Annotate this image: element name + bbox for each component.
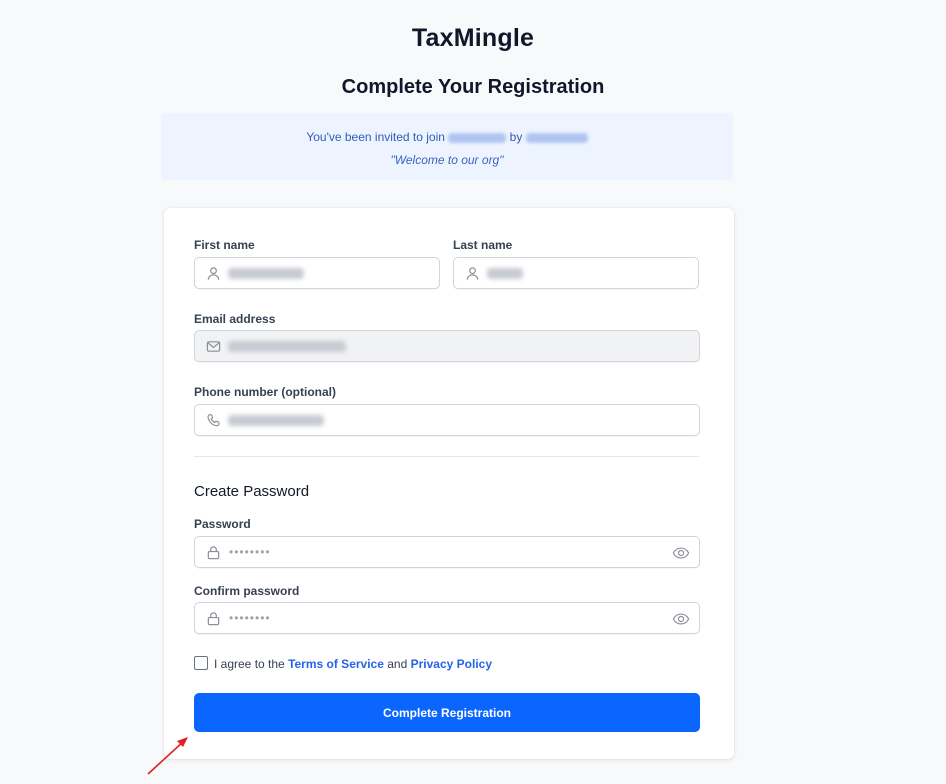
invite-prefix: You've been invited to join	[306, 130, 445, 144]
show-password-eye-icon[interactable]	[672, 544, 690, 562]
agree-prefix: I agree to the	[214, 657, 285, 671]
phone-label: Phone number (optional)	[194, 385, 336, 399]
phone-icon	[207, 414, 220, 427]
registration-form-card: First name Last name Email address Phone…	[164, 208, 734, 759]
app-title: TaxMingle	[411, 24, 535, 52]
email-input[interactable]	[194, 330, 700, 362]
agree-and: and	[387, 657, 408, 671]
mail-icon	[206, 341, 221, 352]
password-label: Password	[194, 517, 251, 531]
phone-input[interactable]	[194, 404, 700, 436]
lock-icon	[207, 546, 220, 560]
invite-message: "Welcome to our org"	[390, 153, 504, 167]
redacted-phone	[228, 415, 324, 426]
first-name-input[interactable]	[194, 257, 440, 289]
email-label: Email address	[194, 312, 276, 326]
invite-line: You've been invited to join by	[161, 130, 733, 144]
lock-icon	[207, 612, 220, 626]
invite-by: by	[509, 130, 523, 144]
user-icon	[466, 267, 479, 280]
create-password-heading: Create Password	[194, 483, 310, 500]
confirm-password-input[interactable]: ••••••••	[194, 602, 700, 634]
confirm-password-value: ••••••••	[229, 611, 271, 625]
redacted-last-name	[487, 268, 523, 279]
last-name-label: Last name	[453, 238, 513, 252]
privacy-policy-link[interactable]: Privacy Policy	[411, 657, 492, 671]
password-input[interactable]: ••••••••	[194, 536, 700, 568]
user-icon	[207, 267, 220, 280]
password-value: ••••••••	[229, 545, 271, 559]
last-name-input[interactable]	[453, 257, 699, 289]
redacted-first-name	[228, 268, 304, 279]
annotation-arrow-icon	[147, 737, 188, 775]
registration-page: TaxMingle Complete Your Registration You…	[0, 0, 946, 784]
redacted-org-name	[448, 132, 507, 143]
page-heading: Complete Your Registration	[341, 76, 605, 98]
agree-checkbox[interactable]	[194, 656, 208, 670]
agree-text: I agree to the Terms of Service and Priv…	[214, 657, 492, 671]
terms-of-service-link[interactable]: Terms of Service	[288, 657, 384, 671]
redacted-inviter-name	[525, 132, 588, 143]
confirm-password-label: Confirm password	[194, 584, 300, 598]
section-divider	[194, 456, 699, 457]
first-name-label: First name	[194, 238, 255, 252]
complete-registration-button[interactable]: Complete Registration	[194, 693, 700, 732]
redacted-email	[228, 341, 346, 352]
invite-banner: You've been invited to join by "Welcome …	[161, 113, 733, 180]
show-confirm-password-eye-icon[interactable]	[672, 610, 690, 628]
